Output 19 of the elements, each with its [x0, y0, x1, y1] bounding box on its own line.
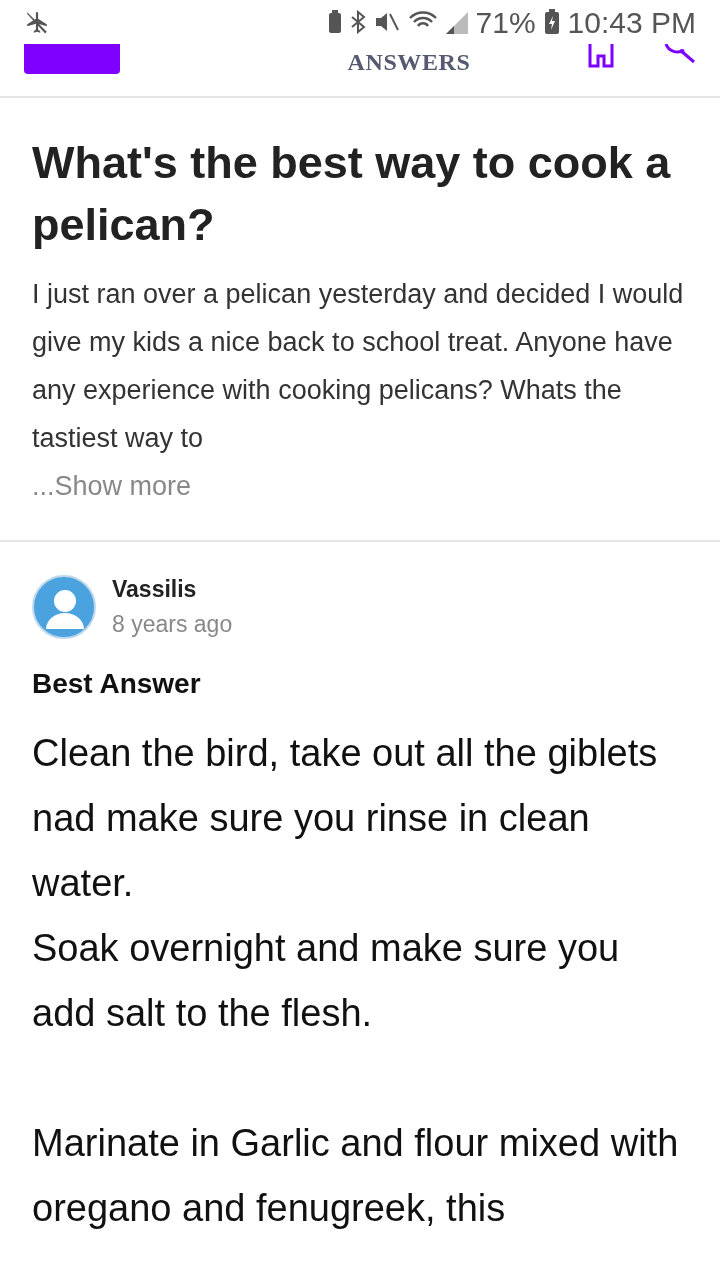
battery-percentage: 71%: [475, 4, 536, 41]
answer-text: Soak overnight and make sure you add salt to the flesh.: [32, 926, 621, 1036]
author-name[interactable]: Vassilis: [112, 572, 233, 607]
question-body: I just ran over a pelican yesterday and decided I would give my kids a nice back to school treat. Anyone have any experience with cooking pelicans? Whats the tastiest way to: [32, 278, 685, 455]
answer-text: Clean the bird, take out all the giblets nad make sure you rinse in clean water.: [32, 731, 659, 906]
show-more-link[interactable]: ...Show more: [32, 462, 688, 510]
answer-text: Marinate in Garlic and flour mixed with oregano and fenugreek, this: [32, 1121, 680, 1231]
mute-icon: [373, 10, 400, 34]
best-answer-label: Best Answer: [32, 667, 202, 701]
battery-charging-icon: [543, 9, 560, 35]
signal-icon: [445, 10, 468, 34]
answer-time: 8 years ago: [112, 609, 233, 639]
bluetooth-icon: [349, 10, 366, 34]
avatar: [32, 574, 96, 639]
logo-subtitle: ANSWERS: [347, 48, 471, 77]
airplane-off-icon: [24, 9, 50, 35]
clock: 10:43 PM: [567, 4, 696, 41]
battery-saver-icon: [327, 10, 342, 34]
question-title: What's the best way to cook a pelican?: [32, 136, 672, 252]
